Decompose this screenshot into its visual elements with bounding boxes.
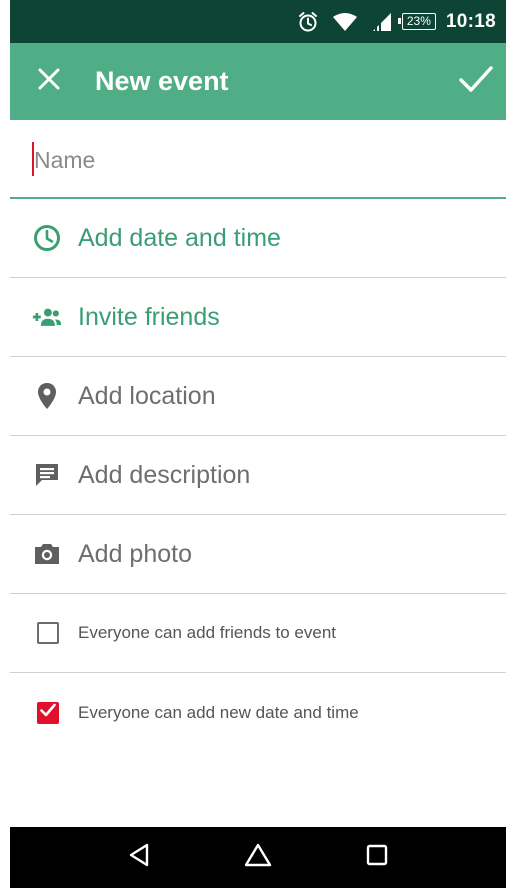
close-button[interactable]	[34, 67, 64, 97]
add-location-row[interactable]: Add location	[10, 357, 506, 436]
comment-icon	[32, 460, 62, 490]
home-button[interactable]	[238, 838, 278, 878]
home-icon	[244, 843, 272, 872]
back-icon	[128, 843, 150, 872]
location-pin-icon	[32, 381, 62, 411]
invite-friends-row[interactable]: Invite friends	[10, 278, 506, 357]
battery-icon: 23%	[397, 13, 436, 30]
allow-add-date-label: Everyone can add new date and time	[78, 702, 359, 722]
check-icon	[459, 65, 493, 98]
add-date-time-row[interactable]: Add date and time	[10, 199, 506, 278]
save-button[interactable]	[456, 62, 496, 102]
allow-add-date-checkbox[interactable]	[37, 701, 59, 724]
add-date-time-label: Add date and time	[78, 223, 281, 252]
invite-friends-label: Invite friends	[78, 302, 220, 331]
text-cursor	[32, 142, 34, 176]
recents-button[interactable]	[357, 838, 397, 878]
name-input[interactable]	[34, 142, 474, 178]
page-title: New event	[95, 66, 229, 96]
recents-icon	[366, 844, 388, 871]
checkmark-icon	[40, 703, 56, 722]
alarm-icon	[298, 11, 318, 33]
wifi-icon	[332, 12, 358, 32]
add-group-icon	[32, 302, 62, 332]
signal-icon	[372, 12, 392, 32]
add-description-row[interactable]: Add description	[10, 436, 506, 515]
allow-add-date-row: Everyone can add new date and time	[10, 673, 506, 752]
allow-add-friends-checkbox[interactable]	[37, 622, 59, 644]
add-photo-row[interactable]: Add photo	[10, 515, 506, 594]
app-toolbar: New event	[10, 43, 506, 120]
allow-add-friends-row: Everyone can add friends to event	[10, 594, 506, 673]
battery-percent: 23%	[406, 14, 431, 28]
status-bar: 23% 10:18	[10, 0, 506, 43]
status-time: 10:18	[445, 10, 496, 32]
allow-add-friends-label: Everyone can add friends to event	[78, 623, 336, 642]
name-field-row	[10, 120, 506, 199]
add-description-label: Add description	[78, 460, 251, 489]
navigation-bar	[10, 827, 506, 888]
add-photo-label: Add photo	[78, 539, 192, 568]
close-icon	[37, 67, 61, 96]
camera-icon	[32, 539, 62, 569]
back-button[interactable]	[119, 838, 159, 878]
app-frame: 23% 10:18 New event Name Add date and ti…	[0, 0, 506, 888]
add-location-label: Add location	[78, 381, 216, 410]
clock-icon	[32, 223, 62, 253]
